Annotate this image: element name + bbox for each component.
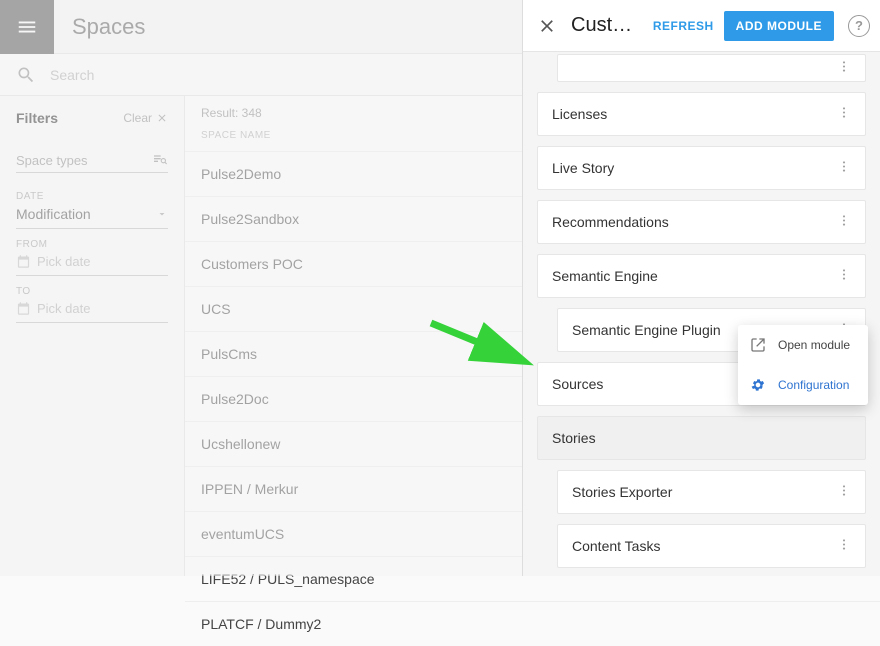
refresh-button[interactable]: REFRESH <box>653 19 714 33</box>
more-icon[interactable] <box>833 156 855 181</box>
help-button[interactable]: ? <box>848 15 870 37</box>
close-drawer-button[interactable] <box>533 12 561 40</box>
add-module-button[interactable]: ADD MODULE <box>724 11 834 41</box>
gear-icon <box>750 377 766 393</box>
drawer-body: Licenses Live Story Recommendations Semant… <box>523 52 880 576</box>
more-icon[interactable] <box>833 264 855 289</box>
more-icon[interactable] <box>833 102 855 127</box>
more-icon[interactable] <box>833 56 855 81</box>
drawer-header: Custom… REFRESH ADD MODULE ? <box>523 0 880 52</box>
module-card[interactable]: Stories Exporter <box>557 470 866 514</box>
drawer-title: Custom… <box>571 14 643 37</box>
open-module-menuitem[interactable]: Open module <box>738 325 868 365</box>
context-menu: Open module Configuration <box>738 325 868 405</box>
more-icon[interactable] <box>833 210 855 235</box>
module-card[interactable]: Recommendations <box>537 200 866 244</box>
more-icon[interactable] <box>833 480 855 505</box>
module-card[interactable]: Live Story <box>537 146 866 190</box>
table-row[interactable]: PLATCF / Dummy2 <box>185 601 880 646</box>
close-icon <box>537 16 557 36</box>
module-card[interactable]: Content Tasks <box>557 524 866 568</box>
side-drawer: Custom… REFRESH ADD MODULE ? Licenses Liv… <box>522 0 880 576</box>
module-card[interactable] <box>557 54 866 82</box>
more-icon[interactable] <box>833 534 855 559</box>
module-card-stories[interactable]: Stories <box>537 416 866 460</box>
configuration-menuitem[interactable]: Configuration <box>738 365 868 405</box>
module-card-semantic-engine[interactable]: Semantic Engine <box>537 254 866 298</box>
module-card[interactable]: Licenses <box>537 92 866 136</box>
open-external-icon <box>750 337 766 353</box>
